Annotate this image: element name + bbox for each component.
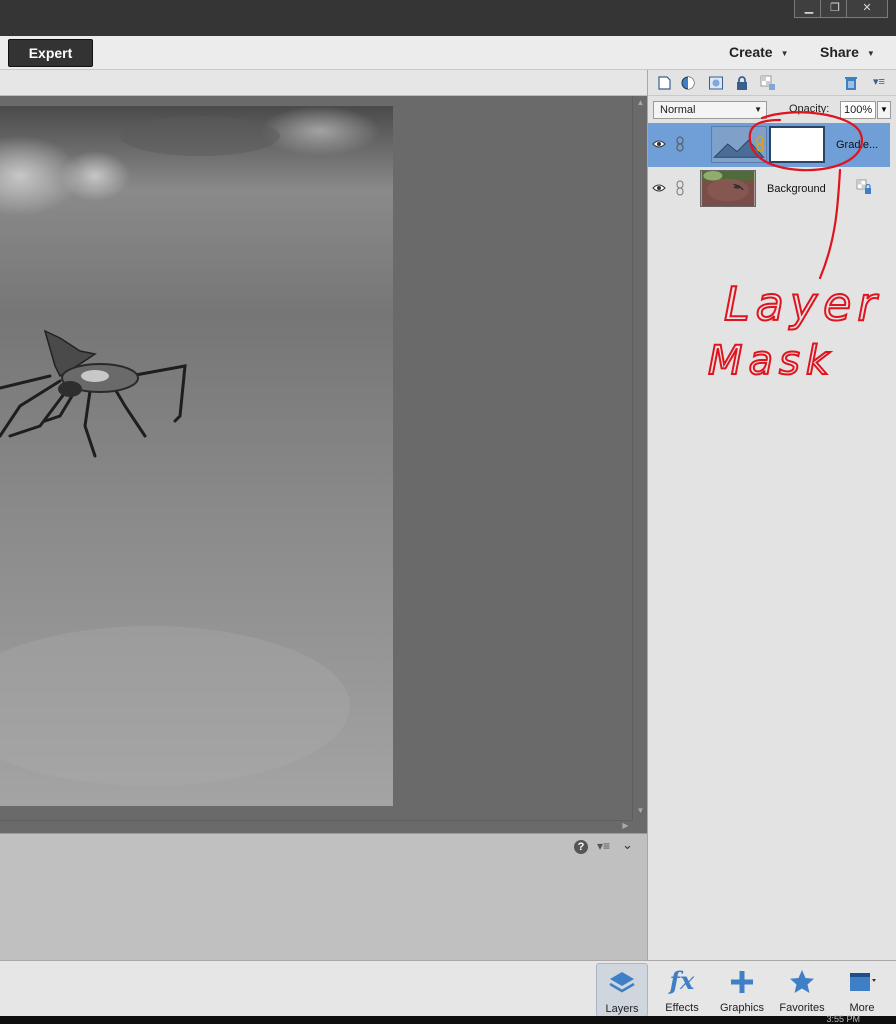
share-label: Share	[820, 44, 859, 60]
create-menu[interactable]: Create ▼	[729, 44, 789, 60]
panel-bin: Layers fx Effects Graphics Favorites Mor…	[0, 960, 896, 1017]
mode-bar: Expert Create ▼ Share ▼	[0, 36, 896, 70]
bug-photo-image	[0, 106, 393, 806]
favorites-label: Favorites	[779, 1002, 825, 1014]
trash-icon[interactable]	[843, 75, 859, 91]
collapse-chevron-icon[interactable]: ⌄	[622, 837, 633, 853]
panel-menu-icon[interactable]: ▾≡	[873, 75, 889, 91]
effects-label: Effects	[665, 1002, 699, 1014]
fx-icon: fx	[669, 966, 695, 995]
adjustment-layer-icon[interactable]	[681, 75, 697, 91]
annotation-line-1: Layer	[724, 277, 882, 331]
link-icon[interactable]	[675, 136, 685, 152]
scroll-down-icon[interactable]: ▼	[633, 806, 648, 815]
close-button[interactable]: ✕	[846, 0, 888, 18]
eye-icon[interactable]	[652, 137, 666, 151]
share-menu[interactable]: Share ▼	[820, 44, 875, 60]
star-icon	[790, 970, 814, 993]
layer-mask-annotation: Layer Mask	[707, 111, 882, 385]
tool-options-bar: ? ▾≡ ⌄	[0, 833, 647, 960]
lock-transparency-icon[interactable]	[760, 75, 776, 91]
chevron-down-icon: ▼	[866, 48, 875, 58]
document-tab-strip	[0, 70, 647, 96]
add-mask-icon[interactable]	[708, 75, 724, 91]
annotation-line-2: Mask	[708, 338, 835, 384]
more-panels-icon	[850, 973, 876, 991]
eye-icon[interactable]	[652, 181, 666, 195]
chevron-down-icon: ▼	[780, 48, 789, 58]
vertical-scrollbar[interactable]: ▲ ▼	[632, 96, 647, 820]
graphics-label: Graphics	[719, 1002, 765, 1014]
new-layer-icon[interactable]	[656, 75, 672, 91]
plus-icon	[731, 971, 753, 993]
taskbar-clock: 3:55 PM	[826, 1014, 860, 1024]
options-menu-icon[interactable]: ▾≡	[597, 839, 610, 853]
link-icon[interactable]	[675, 180, 685, 196]
scroll-up-icon[interactable]: ▲	[633, 98, 648, 107]
os-taskbar: 3:55 PM	[0, 1014, 896, 1024]
lock-all-icon[interactable]	[734, 75, 750, 91]
layers-panel-button[interactable]: Layers	[596, 963, 648, 1017]
more-panels-button[interactable]: More	[836, 963, 888, 1017]
scroll-right-icon[interactable]: ▶	[618, 821, 633, 830]
graphics-panel-button[interactable]: Graphics	[716, 963, 768, 1017]
canvas-area[interactable]	[0, 96, 647, 833]
layers-label: Layers	[605, 1003, 639, 1015]
expert-mode-button[interactable]: Expert	[8, 39, 93, 67]
photo-canvas[interactable]	[0, 106, 393, 806]
help-icon[interactable]: ?	[574, 840, 588, 854]
create-label: Create	[729, 44, 773, 60]
layers-panel-toolbar: ▾≡	[648, 70, 896, 96]
more-label: More	[849, 1002, 875, 1014]
horizontal-scrollbar[interactable]: ▶	[0, 820, 632, 833]
effects-panel-button[interactable]: fx Effects	[656, 963, 708, 1017]
layers-icon	[609, 972, 635, 993]
blend-mode-value: Normal	[660, 104, 696, 116]
title-bar: ▁ ❐ ✕	[0, 0, 896, 36]
favorites-panel-button[interactable]: Favorites	[776, 963, 828, 1017]
